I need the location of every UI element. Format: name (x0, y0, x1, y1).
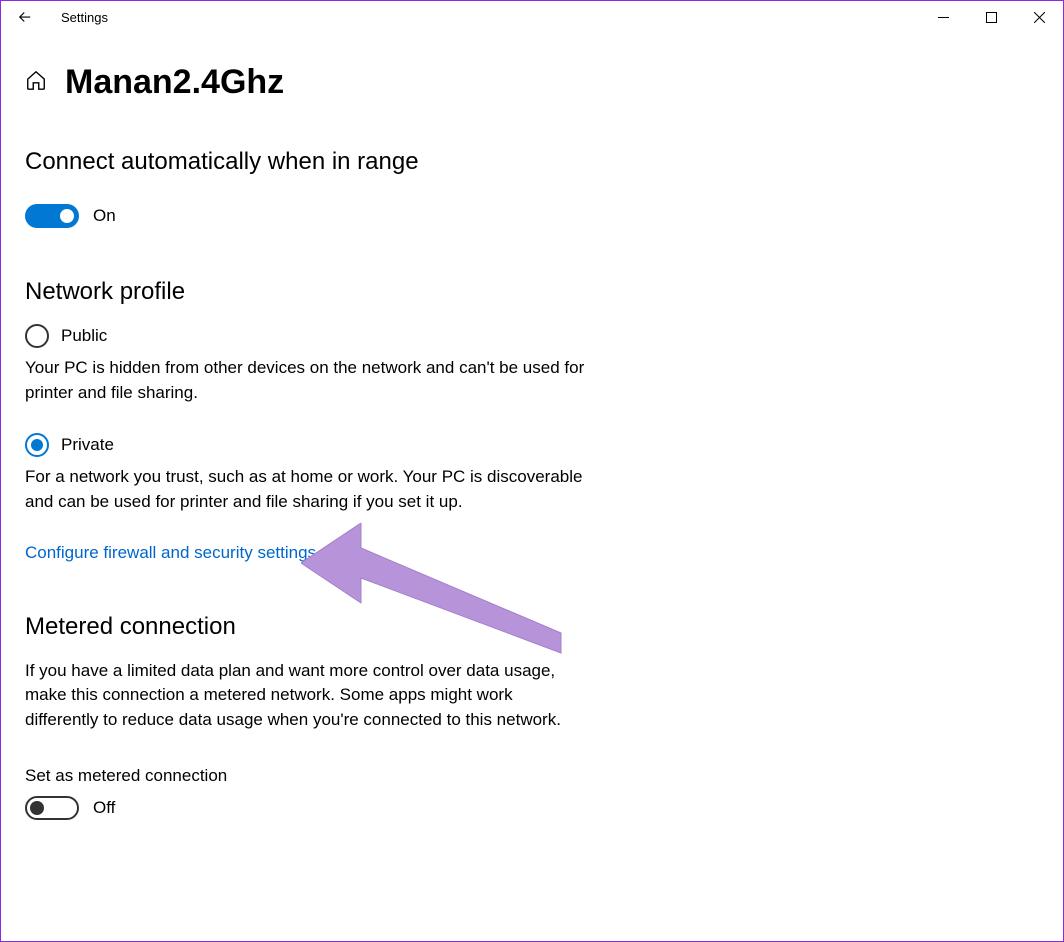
private-radio-row: Private (25, 433, 1039, 457)
metered-description: If you have a limited data plan and want… (25, 659, 585, 733)
titlebar: Settings (1, 1, 1063, 33)
private-radio[interactable] (25, 433, 49, 457)
public-radio-label: Public (61, 326, 107, 346)
minimize-button[interactable] (919, 1, 967, 33)
metered-section-title: Metered connection (25, 613, 1039, 641)
maximize-icon (986, 12, 997, 23)
connect-section-title: Connect automatically when in range (25, 148, 1039, 176)
close-icon (1034, 12, 1045, 23)
metered-toggle-row: Off (25, 796, 1039, 820)
private-radio-label: Private (61, 435, 114, 455)
metered-sublabel: Set as metered connection (25, 766, 1039, 786)
app-title: Settings (61, 10, 108, 25)
private-description: For a network you trust, such as at home… (25, 465, 585, 514)
content-area: Manan2.4Ghz Connect automatically when i… (1, 33, 1063, 844)
close-button[interactable] (1015, 1, 1063, 33)
arrow-left-icon (16, 8, 34, 26)
connect-toggle-row: On (25, 204, 1039, 228)
back-button[interactable] (1, 1, 49, 33)
metered-toggle[interactable] (25, 796, 79, 820)
minimize-icon (938, 12, 949, 23)
home-icon[interactable] (25, 69, 47, 96)
firewall-settings-link[interactable]: Configure firewall and security settings (25, 543, 316, 563)
page-title: Manan2.4Ghz (65, 63, 284, 102)
maximize-button[interactable] (967, 1, 1015, 33)
window-controls (919, 1, 1063, 33)
public-description: Your PC is hidden from other devices on … (25, 356, 585, 405)
titlebar-left: Settings (1, 1, 108, 33)
profile-section-title: Network profile (25, 278, 1039, 306)
connect-auto-toggle[interactable] (25, 204, 79, 228)
public-radio[interactable] (25, 324, 49, 348)
connect-toggle-label: On (93, 206, 116, 226)
public-radio-row: Public (25, 324, 1039, 348)
metered-toggle-label: Off (93, 798, 115, 818)
page-header: Manan2.4Ghz (25, 63, 1039, 102)
